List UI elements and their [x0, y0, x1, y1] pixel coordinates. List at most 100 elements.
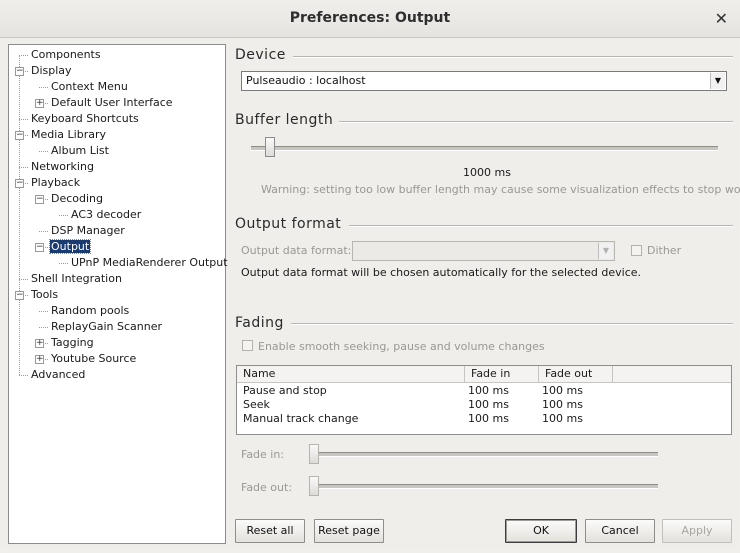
fade-out-slider-track[interactable]: [311, 484, 658, 489]
tree-item-label: Tagging: [51, 336, 94, 349]
tree-item-label: Random pools: [51, 304, 130, 317]
tree-item-label: DSP Manager: [51, 224, 125, 237]
tree-connector: [39, 151, 48, 152]
fade-in-slider-thumb[interactable]: [309, 444, 319, 464]
tree-item-label: Youtube Source: [51, 352, 137, 365]
buffer-warning: Warning: setting too low buffer length m…: [261, 183, 740, 196]
list-cell: 100 ms: [542, 384, 583, 397]
tree-connector: [19, 279, 28, 280]
tree-guide-line: [19, 55, 20, 375]
tree-connector: [39, 87, 48, 88]
fade-out-slider-thumb[interactable]: [309, 476, 319, 496]
tree-item[interactable]: Networking: [30, 159, 95, 174]
device-dropdown-value: Pulseaudio : localhost: [246, 74, 366, 87]
reset-all-button[interactable]: Reset all: [235, 519, 305, 543]
list-item[interactable]: Seek 100 ms 100 ms: [237, 398, 731, 412]
tree-item[interactable]: Decoding: [50, 191, 104, 206]
apply-button[interactable]: Apply: [662, 519, 732, 543]
tree-item[interactable]: Default User Interface: [50, 95, 174, 110]
tree-item[interactable]: Random pools: [50, 303, 130, 318]
tree-item[interactable]: Context Menu: [50, 79, 129, 94]
tree-item[interactable]: AC3 decoder: [70, 207, 142, 222]
expand-icon[interactable]: +: [35, 339, 44, 348]
buffer-divider: [339, 121, 733, 123]
collapse-icon[interactable]: −: [35, 195, 44, 204]
ok-button[interactable]: OK: [505, 519, 577, 543]
tree-item-label: Context Menu: [51, 80, 128, 93]
title-bar: Preferences: Output ✕: [0, 0, 740, 38]
output-format-group-title: Output format: [235, 216, 342, 232]
tree-connector: [19, 167, 28, 168]
window-title: Preferences: Output: [289, 10, 451, 26]
tree-item[interactable]: Shell Integration: [30, 271, 123, 286]
tree-item-label: Default User Interface: [51, 96, 173, 109]
device-group-title: Device: [235, 47, 286, 63]
buffer-slider-track[interactable]: [251, 146, 718, 151]
tree-item[interactable]: DSP Manager: [50, 223, 126, 238]
tree-connector: [19, 375, 28, 376]
device-dropdown[interactable]: Pulseaudio : localhost ▼: [241, 71, 727, 91]
tree-item[interactable]: Youtube Source: [50, 351, 137, 366]
column-name[interactable]: Name: [237, 366, 465, 382]
tree-item[interactable]: Components: [30, 47, 102, 62]
output-format-divider: [349, 225, 733, 227]
tree-item-label: AC3 decoder: [71, 208, 142, 221]
buffer-slider-thumb[interactable]: [265, 137, 275, 157]
output-data-format-label: Output data format:: [241, 244, 352, 257]
list-cell: Pause and stop: [243, 384, 327, 397]
tree-item-label: Advanced: [31, 368, 86, 381]
list-cell: 100 ms: [542, 412, 583, 425]
smooth-seeking-label: Enable smooth seeking, pause and volume …: [258, 340, 545, 353]
expand-icon[interactable]: +: [35, 355, 44, 364]
buffer-group-title: Buffer length: [235, 112, 334, 128]
tree-item[interactable]: Output: [48, 239, 92, 254]
collapse-icon[interactable]: −: [15, 67, 24, 76]
tree-item-label: Media Library: [31, 128, 106, 141]
tree-item-label: Output: [48, 239, 92, 254]
tree-item[interactable]: Tools: [30, 287, 59, 302]
list-item[interactable]: Manual track change 100 ms 100 ms: [237, 412, 731, 426]
collapse-icon[interactable]: −: [15, 291, 24, 300]
fade-in-slider-track[interactable]: [311, 452, 658, 457]
list-item[interactable]: Pause and stop 100 ms 100 ms: [237, 384, 731, 398]
reset-page-button[interactable]: Reset page: [314, 519, 384, 543]
fade-settings-list[interactable]: Name Fade in Fade out Pause and stop 100 …: [236, 365, 732, 435]
list-header: Name Fade in Fade out: [237, 366, 731, 383]
tree-item[interactable]: Display: [30, 63, 73, 78]
tree-connector: [59, 215, 68, 216]
tree-item[interactable]: Keyboard Shortcuts: [30, 111, 140, 126]
collapse-icon[interactable]: −: [35, 243, 44, 252]
tree-item[interactable]: Advanced: [30, 367, 86, 382]
preferences-tree[interactable]: Components Display − Context Menu Default Us…: [8, 44, 229, 544]
tree-item[interactable]: ReplayGain Scanner: [50, 319, 163, 334]
output-data-format-dropdown[interactable]: ▼: [352, 241, 615, 261]
tree-connector: [59, 263, 68, 264]
dither-checkbox[interactable]: [631, 245, 642, 256]
expand-icon[interactable]: +: [35, 99, 44, 108]
tree-item-label: ReplayGain Scanner: [51, 320, 162, 333]
tree-item-label: Album List: [51, 144, 109, 157]
tree-item[interactable]: Playback: [30, 175, 81, 190]
close-icon[interactable]: ✕: [715, 9, 728, 28]
chevron-down-icon: ▼: [598, 243, 613, 259]
tree-item[interactable]: Media Library: [30, 127, 107, 142]
column-fade-out[interactable]: Fade out: [539, 366, 613, 382]
tree-item-label: Display: [31, 64, 72, 77]
tree-item[interactable]: UPnP MediaRenderer Output: [70, 255, 229, 270]
column-fade-in[interactable]: Fade in: [465, 366, 539, 382]
collapse-icon[interactable]: −: [15, 179, 24, 188]
tree-item[interactable]: Album List: [50, 143, 110, 158]
tree-connector: [19, 119, 28, 120]
smooth-seeking-checkbox[interactable]: [242, 340, 253, 351]
tree-item-label: Networking: [31, 160, 94, 173]
chevron-down-icon: ▼: [710, 73, 725, 89]
tree-item-label: UPnP MediaRenderer Output: [71, 256, 228, 269]
tree-item[interactable]: Tagging: [50, 335, 95, 350]
fade-in-label: Fade in:: [241, 448, 285, 461]
tree-item-label: Keyboard Shortcuts: [31, 112, 139, 125]
collapse-icon[interactable]: −: [15, 131, 24, 140]
list-cell: 100 ms: [468, 412, 509, 425]
cancel-button[interactable]: Cancel: [585, 519, 655, 543]
device-divider: [293, 56, 733, 58]
tree-connector: [39, 311, 48, 312]
